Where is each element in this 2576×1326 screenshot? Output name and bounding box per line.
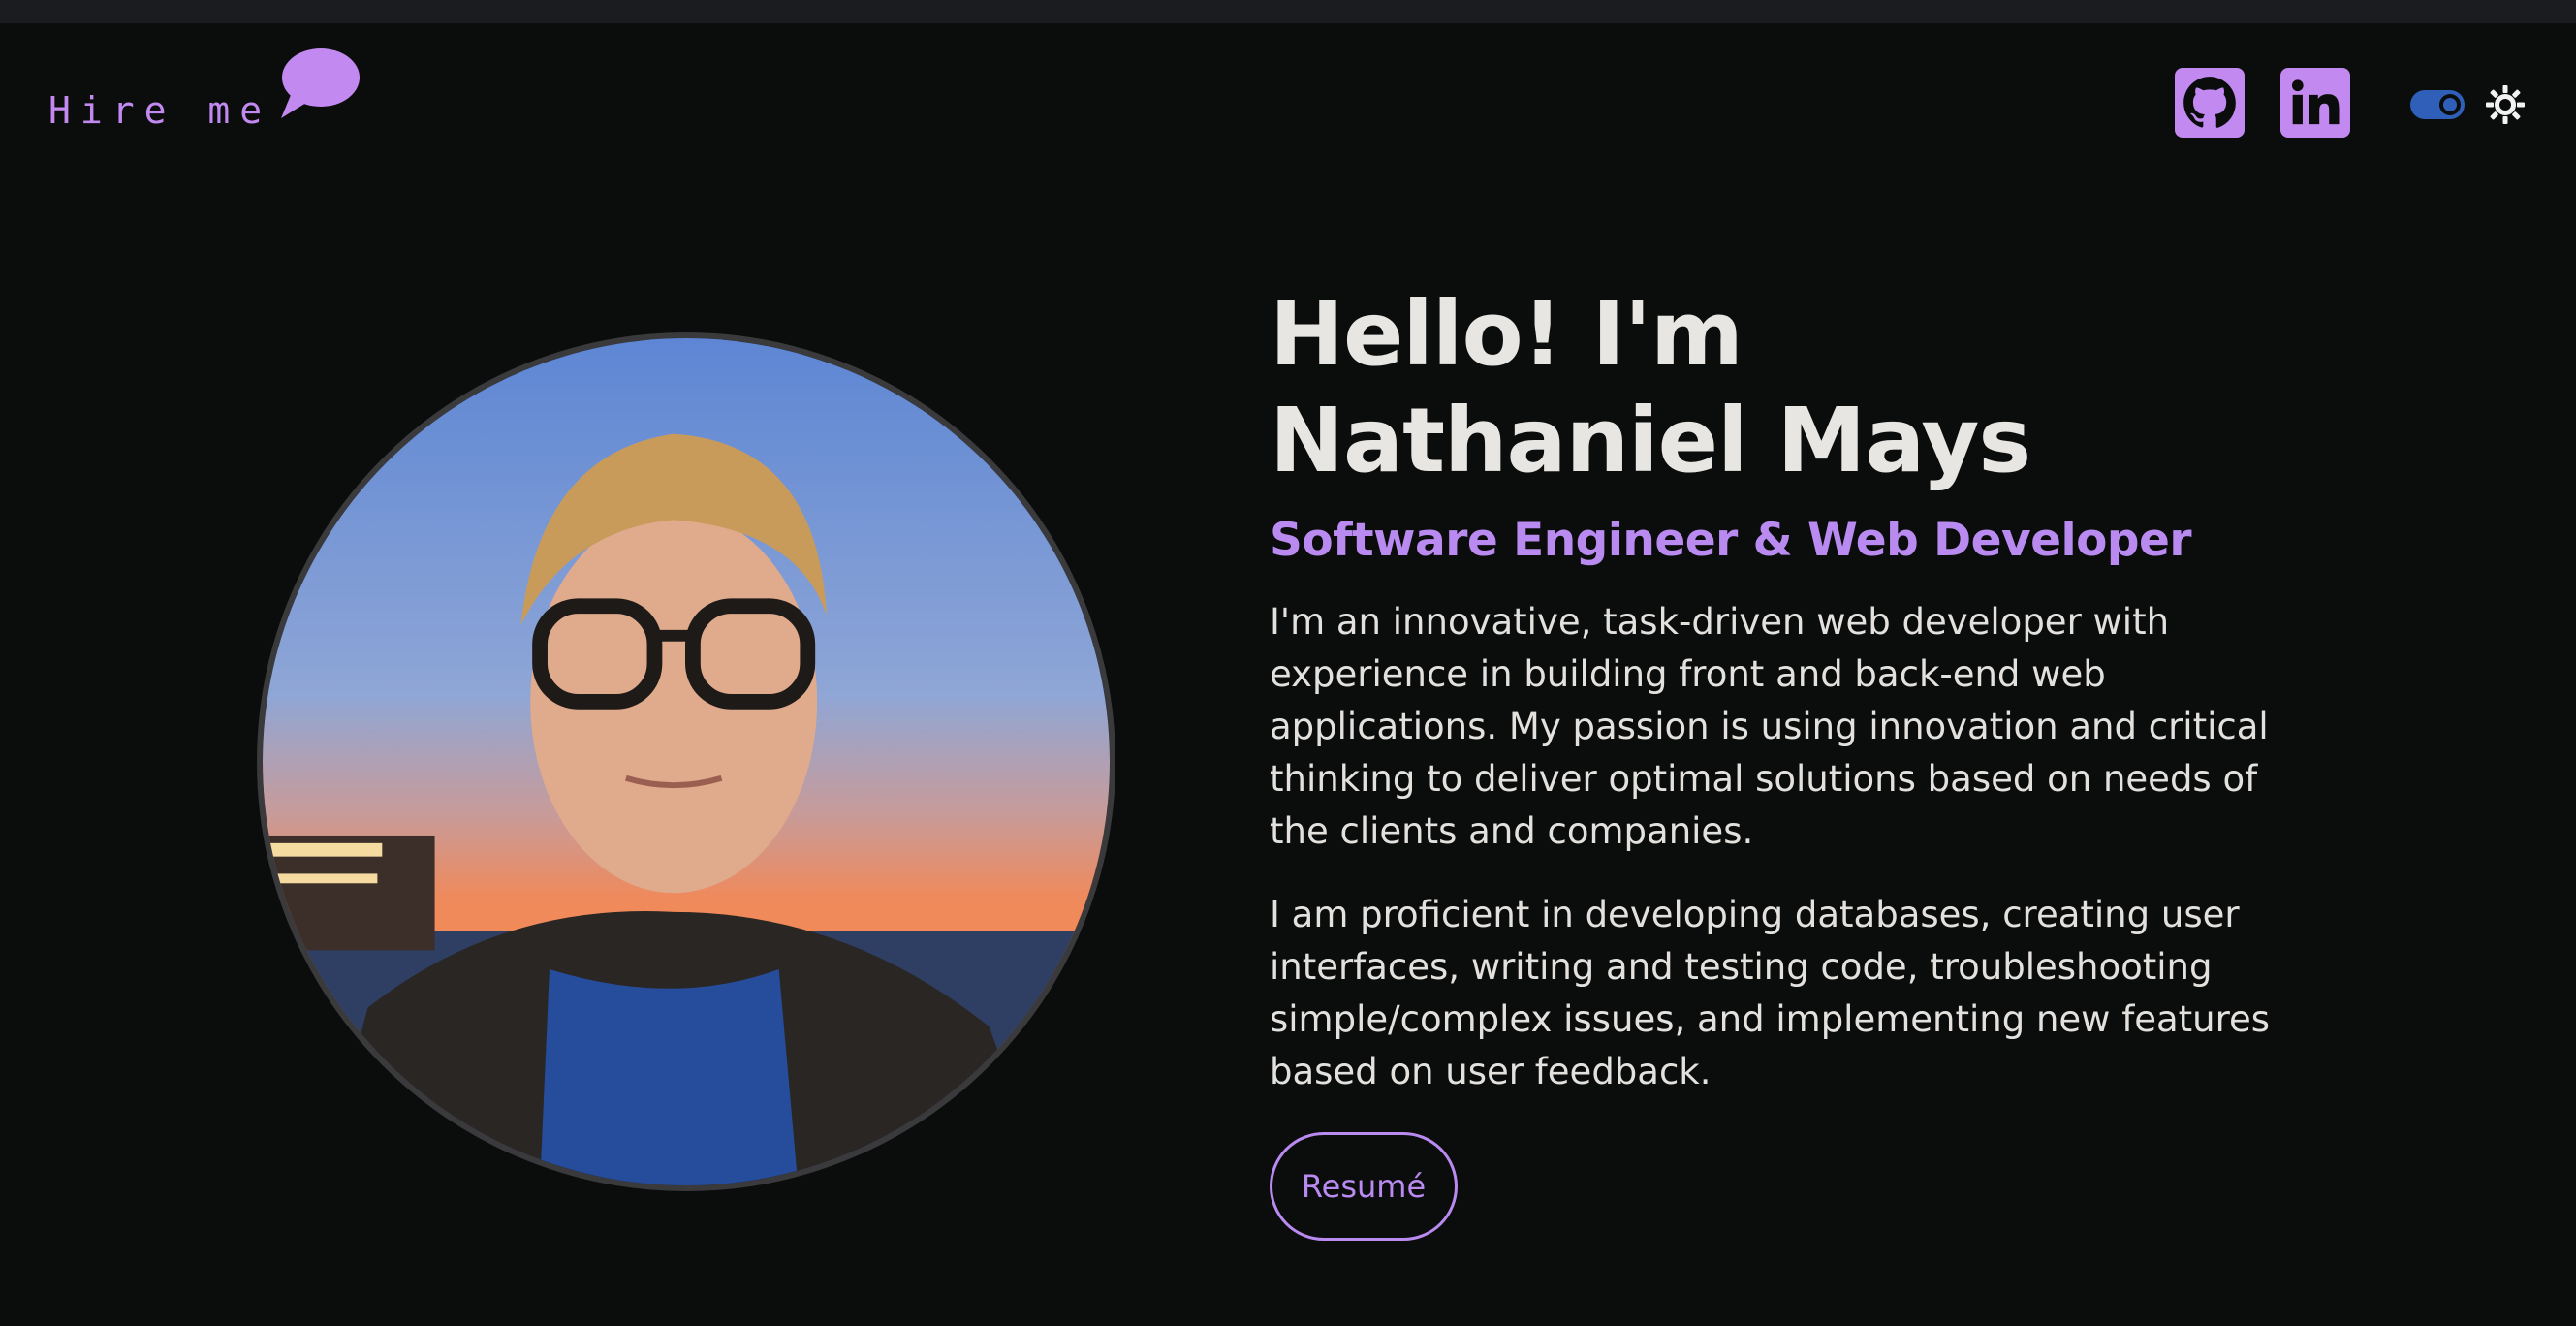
linkedin-icon bbox=[2291, 79, 2340, 125]
hire-me-link[interactable]: Hire me bbox=[48, 47, 361, 132]
name-heading: Nathaniel Mays bbox=[1270, 389, 2031, 492]
sun-icon[interactable] bbox=[2484, 83, 2527, 126]
github-icon bbox=[2183, 77, 2236, 128]
toggle-knob bbox=[2439, 94, 2461, 115]
hire-me-label: Hire me bbox=[48, 89, 272, 132]
chat-bubble-icon bbox=[281, 48, 361, 118]
skills-paragraph: I am proficient in developing databases,… bbox=[1270, 894, 2271, 1092]
intro-paragraph: I'm an innovative, task-driven web devel… bbox=[1270, 601, 2269, 852]
greeting: Hello! I'm bbox=[1270, 282, 1744, 386]
github-link[interactable] bbox=[2175, 68, 2245, 138]
linkedin-link[interactable] bbox=[2280, 68, 2350, 138]
role-subtitle: Software Engineer & Web Developer bbox=[1270, 514, 2192, 567]
hero-content: Hello! I'm Nathaniel Mays Software Engin… bbox=[1270, 281, 2336, 1129]
profile-photo bbox=[257, 332, 1115, 1191]
resume-button[interactable]: Resumé bbox=[1270, 1132, 1458, 1241]
theme-toggle[interactable] bbox=[2410, 90, 2465, 119]
top-strip bbox=[0, 0, 2576, 23]
page: Hire me Hello! I'm Nathaniel Mays Softwa… bbox=[0, 0, 2576, 1326]
